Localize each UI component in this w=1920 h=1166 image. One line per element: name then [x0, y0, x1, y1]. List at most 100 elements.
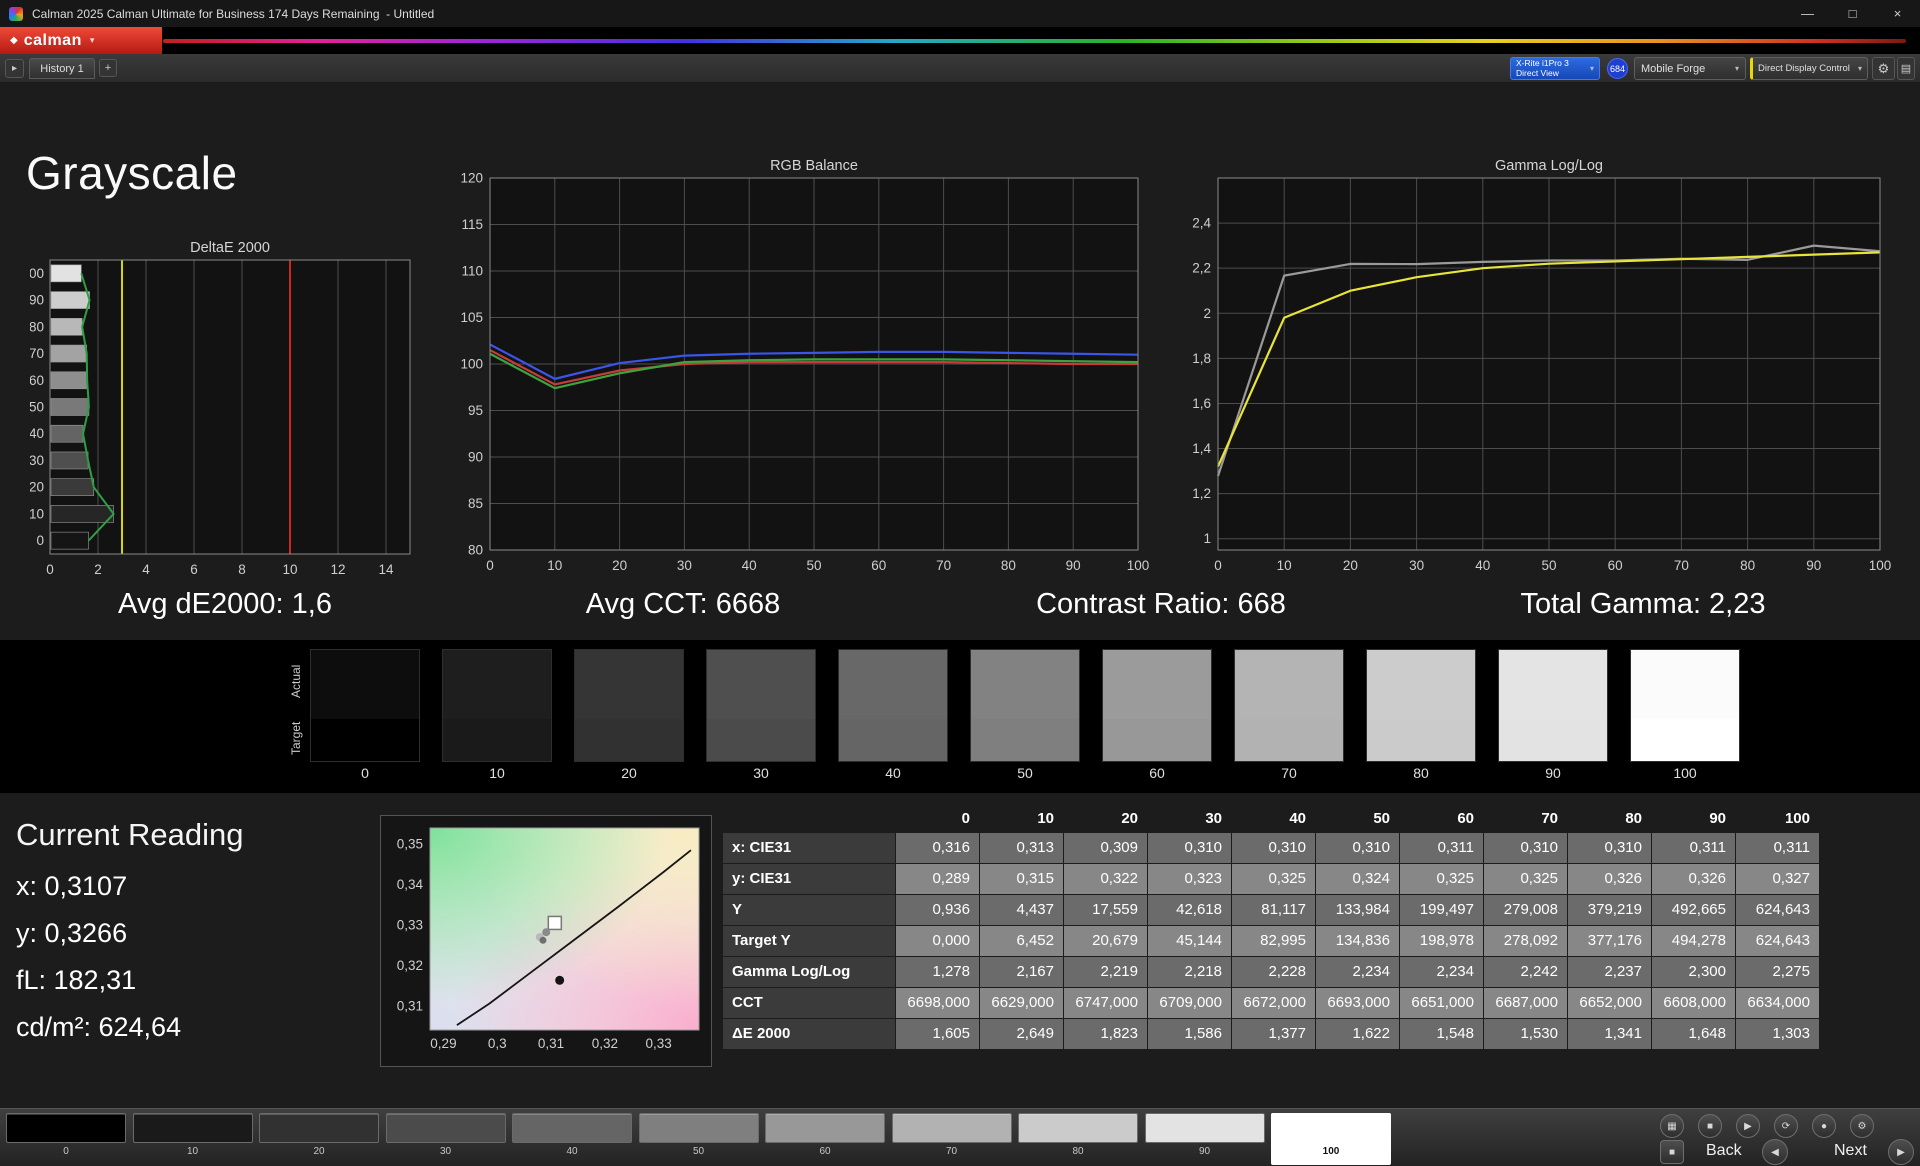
tick-label: 1,8: [1192, 351, 1211, 366]
tick-label: 80: [30, 319, 44, 334]
screen-icon[interactable]: ▦: [1660, 1114, 1684, 1138]
tick-label: 80: [1740, 558, 1755, 573]
table-cell: 0,310: [1148, 833, 1231, 863]
column-header: 20: [1064, 806, 1147, 832]
table-cell: 0,325: [1484, 864, 1567, 894]
table-cell: 0,325: [1400, 864, 1483, 894]
close-button[interactable]: ×: [1875, 0, 1920, 27]
maximize-button[interactable]: □: [1830, 0, 1875, 27]
back-button[interactable]: ◀: [1762, 1139, 1788, 1165]
pattern-level-button[interactable]: 60: [765, 1113, 885, 1165]
chart-title: RGB Balance: [770, 158, 858, 174]
actual-patch: [1235, 650, 1343, 719]
tick-label: 8: [238, 562, 246, 577]
record-icon[interactable]: ●: [1812, 1114, 1836, 1138]
table-cell: 20,679: [1064, 926, 1147, 956]
actual-patch: [707, 650, 815, 719]
tick-label: 20: [1343, 558, 1358, 573]
column-header: 40: [1232, 806, 1315, 832]
next-button[interactable]: ▶: [1888, 1139, 1914, 1165]
pattern-level-label: 80: [1018, 1146, 1138, 1157]
column-header: 10: [980, 806, 1063, 832]
pattern-level-button[interactable]: 100: [1271, 1113, 1391, 1165]
gray-ramp-item: 20: [574, 649, 684, 781]
deltae-bar: [51, 265, 81, 282]
tick-label: 0,31: [397, 998, 423, 1013]
gray-level-label: 10: [442, 765, 552, 781]
tick-label: 1: [1203, 531, 1211, 546]
calman-menu-button[interactable]: ◆ calman ▾: [0, 27, 162, 54]
tick-label: 2: [94, 562, 102, 577]
pattern-swatch: [133, 1113, 253, 1143]
display-control-dropdown[interactable]: Direct Display Control ▾: [1750, 57, 1868, 80]
pattern-level-button[interactable]: 50: [639, 1113, 759, 1165]
reading-fl: fL: 182,31: [16, 965, 136, 996]
minimize-button[interactable]: —: [1785, 0, 1830, 27]
pattern-swatch: [386, 1113, 506, 1143]
pattern-level-label: 30: [386, 1146, 506, 1157]
table-cell: 2,300: [1652, 957, 1735, 987]
page-title: Grayscale: [26, 146, 238, 200]
deltae-bar: [51, 318, 82, 335]
loop-icon[interactable]: ⟳: [1774, 1114, 1798, 1138]
column-header: 70: [1484, 806, 1567, 832]
tick-label: 10: [282, 562, 297, 577]
gear-icon[interactable]: ⚙: [1872, 57, 1895, 80]
cie-chromaticity-chart: 0,290,30,310,320,330,310,320,330,340,35: [380, 815, 712, 1067]
tick-label: 115: [461, 217, 483, 232]
gray-swatch: [1102, 649, 1212, 762]
table-cell: 1,530: [1484, 1019, 1567, 1049]
pattern-level-button[interactable]: 20: [259, 1113, 379, 1165]
tick-label: 20: [612, 558, 627, 573]
pattern-level-button[interactable]: 90: [1145, 1113, 1265, 1165]
stop-pattern-button[interactable]: ■: [1660, 1140, 1684, 1164]
pattern-swatch: [1018, 1113, 1138, 1143]
pattern-level-label: 60: [765, 1146, 885, 1157]
table-cell: 1,586: [1148, 1019, 1231, 1049]
tab-history-1[interactable]: History 1: [29, 58, 95, 79]
pattern-level-button[interactable]: 80: [1018, 1113, 1138, 1165]
actual-patch: [443, 650, 551, 719]
row-label: Y: [723, 895, 895, 925]
actual-patch: [1631, 650, 1739, 719]
column-header: 0: [896, 806, 979, 832]
table-cell: 1,648: [1652, 1019, 1735, 1049]
pattern-level-button[interactable]: 40: [512, 1113, 632, 1165]
pattern-level-button[interactable]: 10: [133, 1113, 253, 1165]
side-panel-icon[interactable]: ▤: [1897, 57, 1915, 80]
stop-icon[interactable]: ■: [1698, 1114, 1722, 1138]
actual-patch: [1367, 650, 1475, 719]
pattern-swatch: [259, 1113, 379, 1143]
tick-label: 40: [1475, 558, 1490, 573]
table-header-row: 0102030405060708090100: [723, 806, 1823, 832]
gray-swatch: [838, 649, 948, 762]
table-cell: 492,665: [1652, 895, 1735, 925]
tick-label: 2: [1203, 306, 1211, 321]
deltae-bar: [51, 345, 87, 362]
display-control-label: Direct Display Control: [1758, 63, 1850, 74]
gray-level-label: 70: [1234, 765, 1344, 781]
pattern-source-dropdown[interactable]: Mobile Forge ▾: [1634, 57, 1746, 80]
table-cell: 1,303: [1736, 1019, 1819, 1049]
chevron-down-icon: ▾: [90, 35, 95, 46]
tick-label: 90: [1066, 558, 1081, 573]
gray-ramp-item: 70: [1234, 649, 1344, 781]
add-tab-button[interactable]: +: [99, 59, 117, 77]
pattern-level-button[interactable]: 0: [6, 1113, 126, 1165]
history-expand-button[interactable]: ▸: [5, 59, 24, 78]
tick-label: 95: [468, 403, 483, 418]
target-patch: [1499, 719, 1607, 761]
target-patch: [1631, 719, 1739, 761]
calman-logo-icon: ◆: [10, 35, 18, 46]
pattern-level-button[interactable]: 70: [892, 1113, 1012, 1165]
table-cell: 494,278: [1652, 926, 1735, 956]
gray-ramp-item: 90: [1498, 649, 1608, 781]
gear-icon[interactable]: ⚙: [1850, 1114, 1874, 1138]
deltae-bar: [51, 479, 94, 496]
pattern-level-button[interactable]: 30: [386, 1113, 506, 1165]
pattern-bar: ▦ ■ ▶ ⟳ ● ⚙ ■ Back ◀ Next ▶ 010203040506…: [0, 1108, 1920, 1166]
table-row: y: CIE310,2890,3150,3220,3230,3250,3240,…: [723, 864, 1823, 894]
play-icon[interactable]: ▶: [1736, 1114, 1760, 1138]
meter-dropdown[interactable]: X-Rite i1Pro 3 Direct View ▾: [1510, 57, 1600, 80]
gray-ramp-item: 50: [970, 649, 1080, 781]
